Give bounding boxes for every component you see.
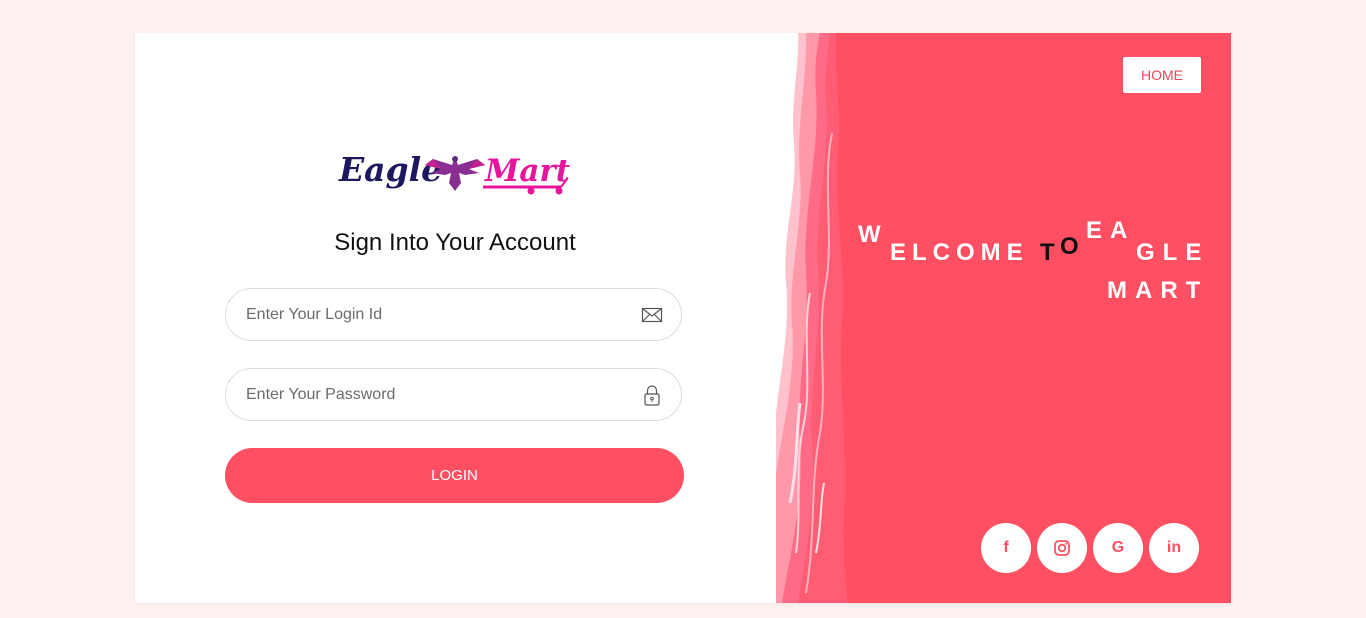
welcome-word-elcome: ELCOME bbox=[890, 239, 1029, 266]
welcome-letter-t: T bbox=[1040, 239, 1055, 266]
google-icon[interactable]: G bbox=[1093, 523, 1143, 573]
facebook-icon[interactable]: f bbox=[981, 523, 1031, 573]
page-title: Sign Into Your Account bbox=[334, 229, 576, 256]
welcome-word-mart: MART bbox=[1107, 277, 1209, 304]
welcome-letter-o: O bbox=[1060, 233, 1079, 260]
home-button[interactable]: HOME bbox=[1123, 57, 1201, 93]
instagram-icon[interactable] bbox=[1037, 523, 1087, 573]
welcome-word-ea: EA bbox=[1086, 217, 1136, 244]
login-panel: Eagle Mart Sign Into Your Account Enter … bbox=[135, 33, 795, 603]
welcome-word-gle: GLE bbox=[1136, 239, 1210, 266]
decorative-waves bbox=[776, 33, 876, 603]
password-field[interactable] bbox=[225, 368, 682, 421]
linkedin-icon[interactable]: in bbox=[1149, 523, 1199, 573]
logo-text-mart: Mart bbox=[484, 153, 571, 189]
login-button[interactable]: LOGIN bbox=[225, 448, 684, 503]
logo-text-eagle: Eagle bbox=[338, 150, 442, 189]
envelope-icon bbox=[641, 304, 663, 326]
login-id-input[interactable] bbox=[246, 289, 626, 340]
login-card: Eagle Mart Sign Into Your Account Enter … bbox=[135, 33, 1231, 603]
lock-icon bbox=[641, 384, 663, 406]
welcome-heading: W ELCOME T O EA GLE MART bbox=[856, 213, 1206, 313]
password-input[interactable] bbox=[246, 369, 626, 420]
welcome-panel: HOME W ELCOME T O EA GLE MART f G in bbox=[776, 33, 1231, 603]
welcome-letter-w: W bbox=[858, 221, 881, 248]
login-id-field[interactable] bbox=[225, 288, 682, 341]
eagle-mart-logo: Eagle Mart bbox=[335, 145, 575, 201]
social-links: f G in bbox=[979, 523, 1199, 573]
